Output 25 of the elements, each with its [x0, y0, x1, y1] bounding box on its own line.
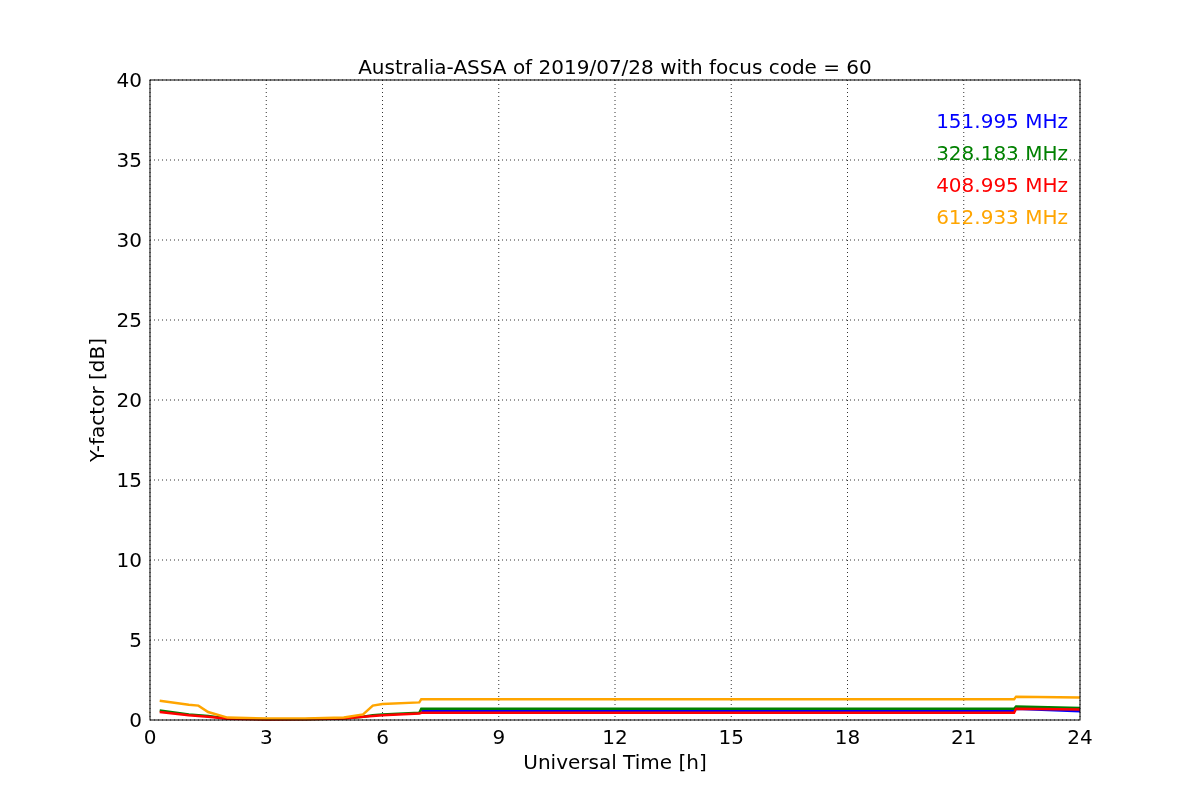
y-tick-label: 15 [116, 468, 142, 492]
y-tick-label: 5 [129, 628, 142, 652]
x-tick-label: 18 [834, 725, 861, 749]
x-tick-label: 24 [1067, 725, 1093, 749]
x-tick-label: 9 [492, 725, 506, 749]
y-tick-label: 0 [129, 708, 142, 732]
legend-label: 328.183 MHz [936, 141, 1068, 165]
legend-label: 612.933 MHz [936, 205, 1068, 229]
x-tick-label: 0 [143, 725, 157, 749]
y-axis-label: Y-factor [dB] [85, 338, 109, 462]
x-tick-label: 6 [376, 725, 389, 749]
y-tick-label: 20 [116, 388, 142, 412]
y-tick-label: 35 [116, 148, 142, 172]
x-tick-label: 12 [602, 725, 628, 749]
y-tick-label: 40 [116, 68, 142, 92]
legend-label: 151.995 MHz [936, 109, 1068, 133]
y-tick-label: 30 [116, 228, 142, 252]
y-tick-label: 10 [116, 548, 142, 572]
x-axis-label: Universal Time [h] [523, 750, 707, 774]
y-tick-label: 25 [116, 308, 142, 332]
x-tick-label: 15 [718, 725, 744, 749]
chart-title: Australia-ASSA of 2019/07/28 with focus code = 60 [358, 55, 872, 79]
legend-label: 408.995 MHz [936, 173, 1068, 197]
x-tick-label: 21 [951, 725, 977, 749]
x-tick-label: 3 [259, 725, 273, 749]
